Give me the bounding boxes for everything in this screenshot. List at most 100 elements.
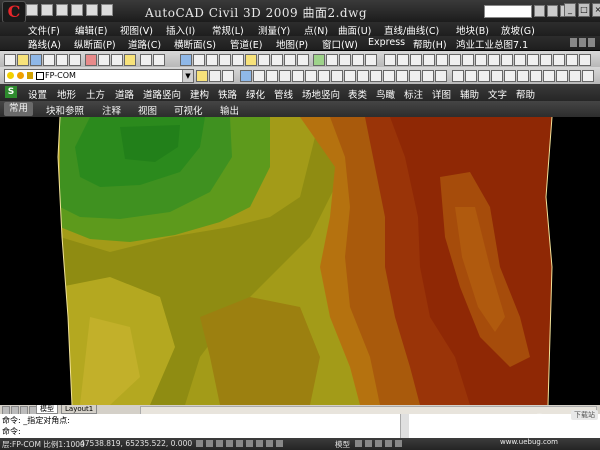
snap-toggle[interactable]	[196, 440, 203, 447]
undo-icon[interactable]	[140, 54, 152, 66]
tool-palettes-icon[interactable]	[258, 54, 270, 66]
hatch-icon[interactable]	[566, 54, 578, 66]
hongye-menu-road-vertical[interactable]: 道路竖向	[143, 87, 181, 101]
move-icon[interactable]	[305, 70, 317, 82]
menu-survey[interactable]: 测量(Y)	[258, 23, 290, 37]
rotate-icon[interactable]	[318, 70, 330, 82]
menu-view[interactable]: 视图(V)	[120, 23, 153, 37]
copy-object-icon[interactable]	[253, 70, 265, 82]
array-icon[interactable]	[292, 70, 304, 82]
menu-profiles[interactable]: 纵断面(P)	[74, 37, 116, 51]
snap-tangent-icon[interactable]	[517, 70, 529, 82]
fillet-icon[interactable]	[422, 70, 434, 82]
point-icon[interactable]	[553, 54, 565, 66]
new-icon[interactable]	[26, 4, 38, 16]
snap-midpoint-icon[interactable]	[465, 70, 477, 82]
chamfer-icon[interactable]	[409, 70, 421, 82]
polyline-icon[interactable]	[410, 54, 422, 66]
snap-nearest-icon[interactable]	[556, 70, 568, 82]
hongye-menu-help[interactable]: 帮助	[516, 87, 535, 101]
menu-general[interactable]: 常规(L)	[212, 23, 244, 37]
hongye-menu-annotation[interactable]: 标注	[404, 87, 423, 101]
close-button[interactable]: ×	[592, 3, 600, 17]
menu-corridors[interactable]: 道路(C)	[128, 37, 161, 51]
construction-line-icon[interactable]	[397, 54, 409, 66]
layer-icon[interactable]	[313, 54, 325, 66]
menu-points[interactable]: 点(N)	[304, 23, 328, 37]
tab-layout1[interactable]: Layout1	[61, 405, 98, 414]
search-icon[interactable]	[534, 5, 545, 17]
scale-icon[interactable]	[331, 70, 343, 82]
pan-icon[interactable]	[180, 54, 192, 66]
layer-manager-icon[interactable]	[196, 70, 208, 82]
line-icon[interactable]	[384, 54, 396, 66]
tab-home[interactable]: 常用	[4, 102, 34, 116]
zoom-realtime-icon[interactable]	[193, 54, 205, 66]
hongye-menu-text[interactable]: 文字	[488, 87, 507, 101]
make-current-icon[interactable]	[209, 70, 221, 82]
hongye-menu-greening[interactable]: 绿化	[246, 87, 265, 101]
hongye-menu-site-vertical[interactable]: 场地竖向	[302, 87, 340, 101]
layout-icon[interactable]	[355, 440, 362, 447]
menu-alignments[interactable]: 路线(A)	[28, 37, 61, 51]
communication-icon[interactable]	[547, 5, 558, 17]
menu-lines-curves[interactable]: 直线/曲线(C)	[384, 23, 439, 37]
save-icon[interactable]	[56, 4, 68, 16]
copy-icon[interactable]	[98, 54, 110, 66]
region-icon[interactable]	[579, 54, 591, 66]
hongye-menu-tables[interactable]: 表类	[348, 87, 367, 101]
tab-visualize[interactable]: 可视化	[174, 103, 203, 117]
menu-sections[interactable]: 横断面(S)	[174, 37, 216, 51]
command-prompt[interactable]: 命令:	[2, 426, 21, 437]
circle-icon[interactable]	[462, 54, 474, 66]
stretch-icon[interactable]	[344, 70, 356, 82]
snap-center-icon[interactable]	[491, 70, 503, 82]
table-style-icon[interactable]	[352, 54, 364, 66]
dyn-toggle[interactable]	[266, 440, 273, 447]
menu-hongye[interactable]: 鸿业工业总图7.1	[456, 37, 528, 51]
search-input[interactable]	[484, 5, 532, 18]
tab-annotate[interactable]: 注释	[102, 103, 121, 117]
undo-icon[interactable]	[86, 4, 98, 16]
tab-view[interactable]: 视图	[138, 103, 157, 117]
snap-intersection-icon[interactable]	[478, 70, 490, 82]
hongye-menu-birdseye[interactable]: 鸟瞰	[376, 87, 395, 101]
polygon-icon[interactable]	[423, 54, 435, 66]
polar-toggle[interactable]	[226, 440, 233, 447]
join-icon[interactable]	[396, 70, 408, 82]
match-properties-icon[interactable]	[124, 54, 136, 66]
menu-edit[interactable]: 编辑(E)	[75, 23, 107, 37]
dim-style-icon[interactable]	[339, 54, 351, 66]
markup-icon[interactable]	[284, 54, 296, 66]
menu-surface[interactable]: 曲面(U)	[338, 23, 371, 37]
hongye-menu-detail[interactable]: 详图	[432, 87, 451, 101]
menu-file[interactable]: 文件(F)	[28, 23, 60, 37]
mirror-icon[interactable]	[266, 70, 278, 82]
menu-window[interactable]: 窗口(W)	[322, 37, 358, 51]
rectangle-icon[interactable]	[436, 54, 448, 66]
extend-icon[interactable]	[370, 70, 382, 82]
osnap-toggle[interactable]	[236, 440, 243, 447]
steering-wheel-icon[interactable]	[385, 440, 392, 447]
snap-node-icon[interactable]	[543, 70, 555, 82]
trim-icon[interactable]	[357, 70, 369, 82]
open-icon[interactable]	[41, 4, 53, 16]
tab-model[interactable]: 模型	[36, 405, 58, 414]
revision-cloud-icon[interactable]	[475, 54, 487, 66]
insert-block-icon[interactable]	[527, 54, 539, 66]
tab-blocks-references[interactable]: 块和参照	[46, 103, 84, 117]
offset-icon[interactable]	[279, 70, 291, 82]
cut-icon[interactable]	[85, 54, 97, 66]
status-model-button[interactable]: 模型	[335, 439, 350, 450]
zoom-status-icon[interactable]	[375, 440, 382, 447]
tab-output[interactable]: 输出	[220, 103, 239, 117]
publish-icon[interactable]	[69, 54, 81, 66]
command-scrollbar[interactable]	[400, 414, 409, 438]
preview-icon[interactable]	[56, 54, 68, 66]
showmotion-icon[interactable]	[395, 440, 402, 447]
lwt-toggle[interactable]	[276, 440, 283, 447]
ellipse-icon[interactable]	[501, 54, 513, 66]
maximize-button[interactable]: □	[578, 3, 590, 17]
app-menu-button[interactable]: C	[2, 1, 26, 23]
hongye-menu-pipelines[interactable]: 管线	[274, 87, 293, 101]
